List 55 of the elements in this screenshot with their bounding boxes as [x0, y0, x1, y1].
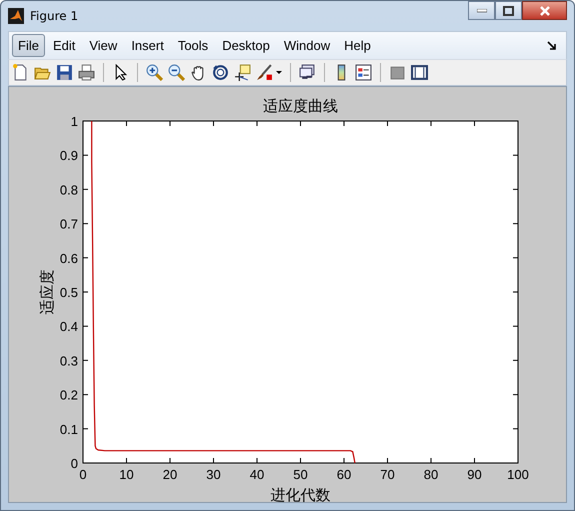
- minimize-button[interactable]: [468, 1, 495, 20]
- x-tick-label: 0: [79, 467, 87, 482]
- x-tick-label: 70: [380, 467, 395, 482]
- x-tick-label: 50: [293, 467, 308, 482]
- y-tick-label: 0.6: [60, 250, 78, 266]
- menu-item[interactable]: Desktop: [216, 34, 276, 57]
- save-icon[interactable]: [56, 64, 73, 81]
- chart-title: 适应度曲线: [263, 97, 338, 115]
- caret-icon[interactable]: [276, 70, 282, 74]
- menu-item[interactable]: Help: [338, 34, 377, 57]
- printer-icon[interactable]: [78, 64, 95, 81]
- app-logo-icon: [8, 8, 24, 24]
- y-tick-label: 0.9: [60, 148, 78, 164]
- zoom-in-icon[interactable]: [146, 64, 163, 81]
- data-cursor-icon[interactable]: [234, 64, 251, 81]
- y-tick-label: 0: [70, 456, 78, 471]
- y-tick-label: 0.2: [60, 388, 78, 403]
- menu-item[interactable]: Tools: [172, 34, 214, 57]
- show-plot-tools-icon[interactable]: [411, 64, 428, 81]
- y-tick-label: 0.7: [60, 216, 78, 232]
- minimize-icon: [476, 8, 486, 12]
- x-tick-label: 20: [162, 467, 178, 482]
- maximize-icon: [503, 6, 514, 16]
- y-tick-label: 0.5: [60, 285, 78, 300]
- close-button[interactable]: [522, 1, 567, 20]
- x-tick-label: 30: [206, 467, 221, 482]
- menu-item[interactable]: View: [83, 34, 124, 57]
- x-tick-label: 80: [424, 467, 438, 482]
- y-tick-label: 1: [70, 114, 78, 129]
- maximize-button[interactable]: [495, 1, 522, 20]
- menu-item[interactable]: Edit: [46, 34, 82, 57]
- new-file-icon[interactable]: [12, 64, 29, 81]
- menu-item[interactable]: Insert: [125, 34, 170, 57]
- x-tick-label: 10: [119, 467, 134, 482]
- y-tick-label: 0.8: [60, 182, 78, 198]
- hide-plot-tools-icon[interactable]: [389, 64, 406, 81]
- x-tick-label: 90: [467, 467, 482, 482]
- rotate-icon[interactable]: [212, 64, 229, 81]
- x-tick-label: 100: [507, 467, 529, 482]
- menu-item[interactable]: File: [12, 34, 45, 57]
- y-tick-label: 0.3: [60, 353, 78, 368]
- y-tick-label: 0.4: [60, 319, 78, 334]
- brush-icon[interactable]: [256, 64, 273, 81]
- x-tick-label: 60: [336, 467, 352, 482]
- dock-arrow-icon[interactable]: [547, 40, 557, 50]
- close-icon: [538, 6, 550, 16]
- y-tick-label: 0.1: [60, 422, 78, 437]
- y-axis-label: 适应度: [38, 270, 56, 314]
- menu-item[interactable]: Window: [278, 34, 336, 57]
- legend-icon[interactable]: [355, 64, 372, 81]
- x-tick-label: 40: [250, 467, 264, 482]
- x-axis-label: 进化代数: [270, 486, 330, 502]
- linked-plot-icon[interactable]: [299, 64, 316, 81]
- window-title: Figure 1: [30, 9, 80, 23]
- zoom-out-icon[interactable]: [168, 64, 185, 81]
